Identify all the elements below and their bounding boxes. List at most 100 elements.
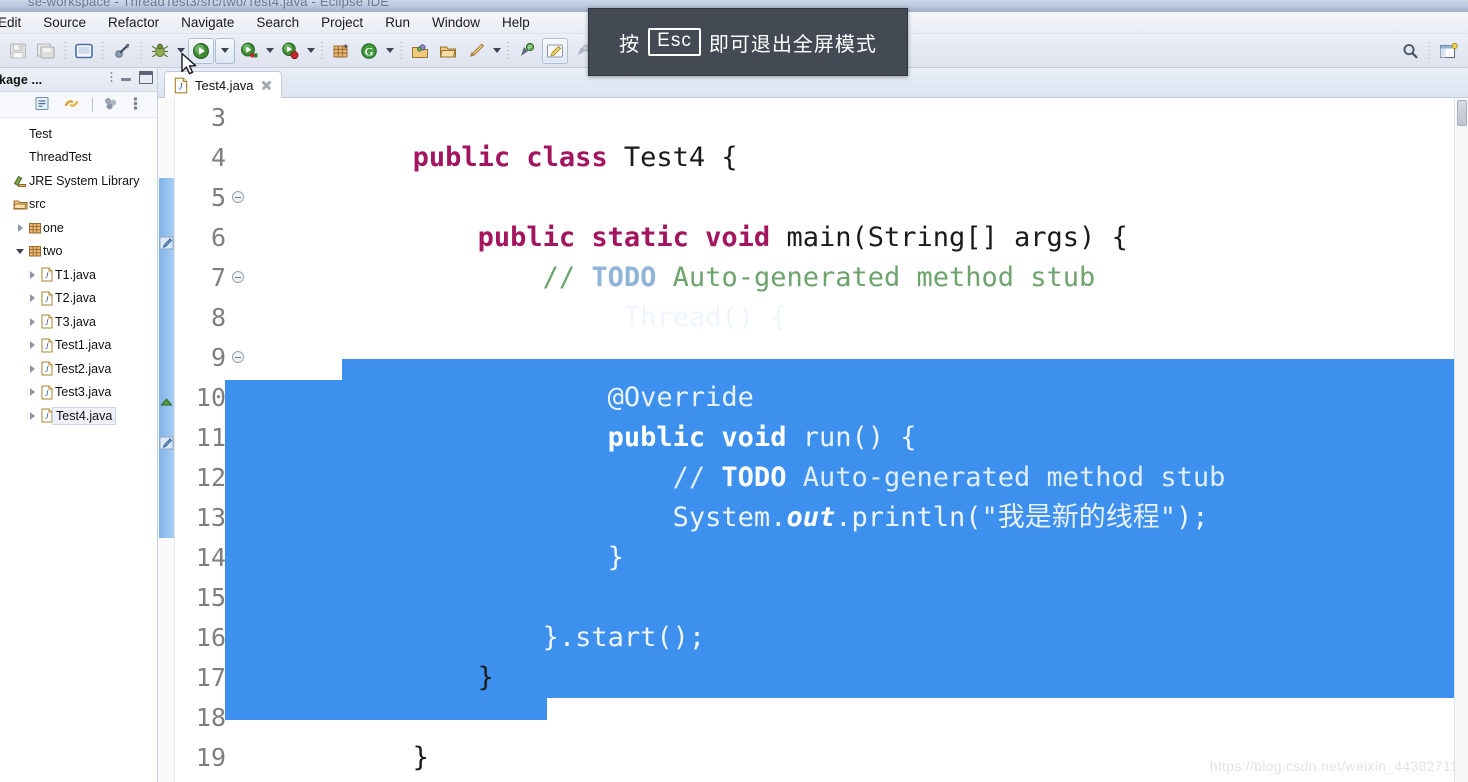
code-token: public class — [412, 142, 608, 173]
skip-breakpoints-button[interactable] — [109, 38, 135, 64]
tree-item-label: one — [43, 220, 64, 235]
tree-item-test1-java[interactable]: J Test1.java — [0, 334, 157, 358]
tree-item-test[interactable]: Test — [0, 122, 157, 146]
menu-item-search[interactable]: Search — [245, 12, 310, 34]
tree-item-two[interactable]: two — [0, 240, 157, 264]
code-editor[interactable]: 3 4 5 6 7 8 9 10 11 12 13 14 15 16 17 18… — [158, 98, 1468, 782]
tree-item-label: Test2.java — [55, 361, 112, 376]
new-annotation-button[interactable]: G — [356, 38, 382, 64]
code-token: new — [558, 302, 608, 333]
tree-item-threadtest[interactable]: ThreadTest — [0, 146, 157, 170]
open-perspective-button[interactable] — [1435, 38, 1461, 64]
open-type-button[interactable] — [407, 38, 433, 64]
watermark: https://blog.csdn.net/weixin_44382711 — [1209, 758, 1458, 774]
chevron-down-icon — [221, 48, 229, 53]
tree-item-t3-java[interactable]: J T3.java — [0, 310, 157, 334]
library-icon — [12, 173, 29, 188]
menu-item-project[interactable]: Project — [310, 12, 374, 34]
coverage-button[interactable] — [236, 38, 262, 64]
minimize-view-button[interactable] — [119, 70, 133, 84]
tree-item-label: src — [29, 197, 46, 212]
quick-access-search-button[interactable] — [1397, 38, 1423, 64]
coverage-icon — [239, 41, 259, 61]
new-java-package-button[interactable] — [328, 38, 354, 64]
menu-item-run[interactable]: Run — [374, 12, 421, 34]
menu-item-navigate[interactable]: Navigate — [170, 12, 245, 34]
collapse-all-icon[interactable] — [34, 95, 54, 115]
code-text[interactable]: public class Test4 { public static void … — [158, 98, 1468, 782]
code-line-18: } — [158, 698, 429, 773]
view-menu-icon[interactable] — [102, 95, 122, 115]
debug-button[interactable] — [147, 38, 173, 64]
project-tree[interactable]: Test ThreadTest JRE System Library src o… — [0, 118, 157, 428]
highlight-marker-icon — [545, 41, 565, 61]
java-file-icon: J — [38, 314, 55, 329]
menu-item-source[interactable]: Source — [32, 12, 97, 34]
menu-item-edit[interactable]: Edit — [0, 12, 32, 34]
menu-item-window[interactable]: Window — [421, 12, 491, 34]
twisty-collapsed[interactable] — [26, 317, 38, 326]
twisty-collapsed[interactable] — [26, 294, 38, 303]
tree-item-one[interactable]: one — [0, 216, 157, 240]
new-annotation-dropdown-button[interactable] — [383, 38, 396, 64]
toggle-mark-occurrences-button[interactable] — [542, 37, 568, 64]
tree-item-label: T3.java — [55, 314, 96, 329]
toolbar-separator — [1428, 41, 1430, 60]
menu-item-help[interactable]: Help — [491, 12, 541, 34]
external-tools-button[interactable] — [277, 38, 303, 64]
twisty-collapsed[interactable] — [26, 270, 38, 279]
fullscreen-hint-text: 按 Esc 即可退出全屏模式 — [619, 27, 877, 57]
vertical-scrollbar-thumb[interactable] — [1457, 100, 1467, 126]
save-button[interactable] — [5, 38, 31, 64]
twisty-collapsed[interactable] — [14, 223, 26, 232]
view-more-icon[interactable] — [131, 95, 151, 115]
code-token: } — [412, 742, 429, 773]
fullscreen-hint-suffix: 即可退出全屏模式 — [708, 31, 877, 56]
twisty-collapsed[interactable] — [26, 411, 38, 420]
toolbar-separator — [92, 97, 93, 112]
link-editor-icon[interactable] — [63, 95, 83, 115]
package-explorer-tab[interactable]: ckage ... — [0, 73, 42, 87]
next-annotation-button[interactable] — [463, 38, 489, 64]
java-file-icon: J — [38, 385, 55, 400]
twisty-expanded[interactable] — [14, 248, 26, 254]
chevron-down-icon — [492, 48, 501, 53]
open-task-button[interactable] — [435, 38, 461, 64]
tree-item-src[interactable]: src — [0, 193, 157, 217]
external-tools-dropdown-button[interactable] — [304, 38, 317, 64]
run-dropdown-button[interactable] — [215, 37, 235, 64]
previous-edit-button[interactable]: P — [514, 38, 540, 64]
maximize-view-button[interactable] — [139, 70, 153, 84]
tree-item-test4-java[interactable]: J Test4.java — [0, 404, 157, 428]
overview-ruler[interactable] — [1454, 98, 1468, 782]
pencil-annotation-icon — [466, 41, 486, 61]
tree-item-t1-java[interactable]: J T1.java — [0, 263, 157, 287]
svg-text:J: J — [44, 412, 48, 421]
svg-text:J: J — [44, 389, 48, 398]
java-file-icon: J — [38, 267, 55, 282]
toolbar-separator — [102, 41, 104, 60]
tree-item-test3-java[interactable]: J Test3.java — [0, 381, 157, 405]
tree-item-label: T2.java — [55, 291, 96, 306]
tree-item-jre-system-library[interactable]: JRE System Library — [0, 169, 157, 193]
code-line-10: public void run() { — [158, 378, 917, 453]
twisty-collapsed[interactable] — [26, 364, 38, 373]
view-drag-handle-icon[interactable] — [110, 71, 113, 83]
menu-item-refactor[interactable]: Refactor — [97, 12, 170, 34]
toolbar-separator — [140, 41, 142, 60]
tree-item-test2-java[interactable]: J Test2.java — [0, 357, 157, 381]
code-line-11: // TODO Auto-generated method stub — [158, 418, 1226, 493]
tree-item-label: two — [43, 244, 63, 259]
twisty-collapsed[interactable] — [26, 388, 38, 397]
tree-item-t2-java[interactable]: J T2.java — [0, 287, 157, 311]
tree-item-label: T1.java — [55, 267, 96, 282]
next-annotation-dropdown-button[interactable] — [490, 38, 503, 64]
coverage-dropdown-button[interactable] — [263, 38, 276, 64]
save-all-button[interactable] — [33, 38, 59, 64]
breakpoint-skip-icon — [112, 41, 132, 61]
twisty-collapsed[interactable] — [26, 341, 38, 350]
close-icon[interactable] — [260, 79, 273, 92]
toggle-console-button[interactable] — [71, 38, 97, 64]
